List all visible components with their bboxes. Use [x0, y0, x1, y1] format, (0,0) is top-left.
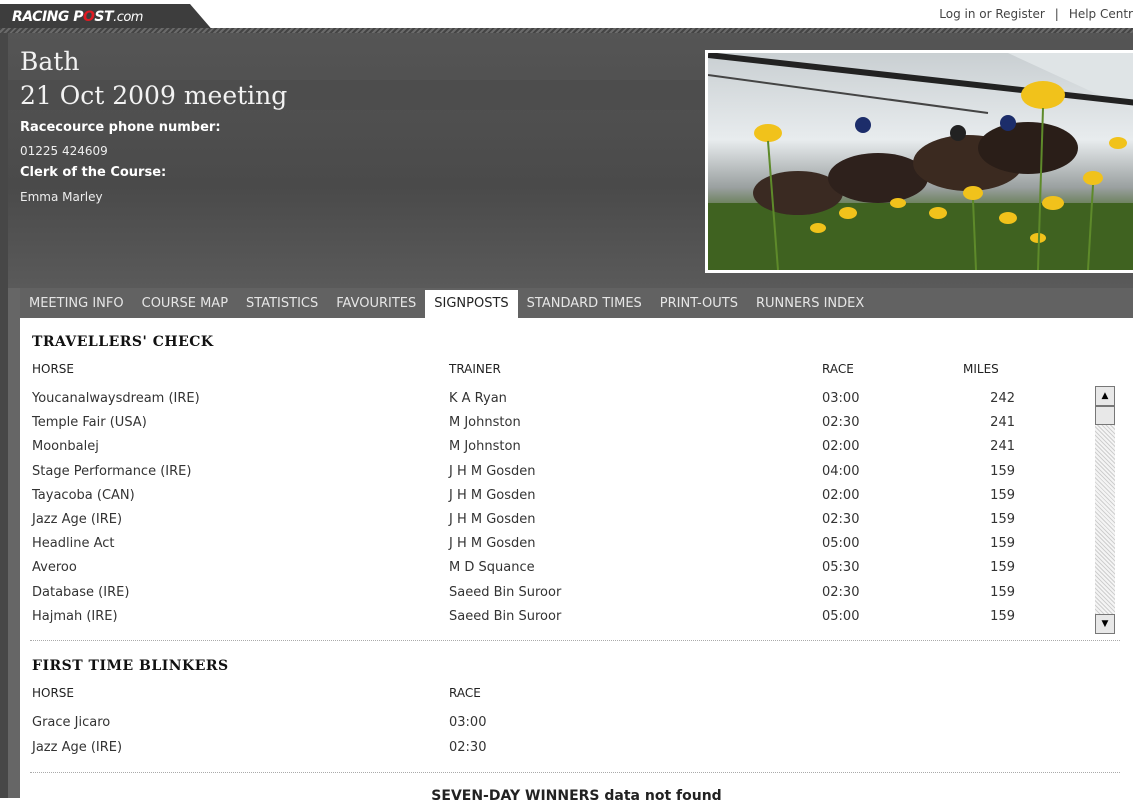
- table-row: Jazz Age (IRE) J H M Gosden 02:30 159: [20, 512, 1100, 536]
- horse-name-link[interactable]: Jazz Age (IRE): [32, 740, 122, 755]
- miles-value: 159: [990, 560, 1015, 576]
- horse-name-link[interactable]: Tayacoba (CAN): [32, 488, 135, 503]
- racecourse-photo: [705, 50, 1133, 273]
- account-links: Log in or Register | Help Centr: [939, 7, 1133, 21]
- tab-runners-index[interactable]: RUNNERS INDEX: [747, 290, 873, 318]
- table-row: Tayacoba (CAN) J H M Gosden 02:00 159: [20, 488, 1100, 512]
- miles-value: 242: [990, 391, 1015, 406]
- col-horse: HORSE: [32, 686, 75, 700]
- col-horse: HORSE: [32, 362, 75, 376]
- table-row: Jazz Age (IRE) 02:30: [20, 740, 1100, 764]
- scroll-up-icon[interactable]: ▲: [1095, 386, 1115, 406]
- content-left-edge: [8, 288, 20, 798]
- travellers-scrollbar[interactable]: ▲ ▼: [1095, 386, 1115, 634]
- scroll-thumb[interactable]: [1095, 406, 1115, 425]
- phone-number: 01225 424609: [20, 144, 108, 158]
- miles-value: 241: [990, 439, 1015, 455]
- trainer-name-link[interactable]: M Johnston: [449, 415, 521, 430]
- miles-value: 159: [990, 487, 1015, 503]
- table-row: Averoo M D Squance 05:30 159: [20, 560, 1100, 584]
- race-time-link[interactable]: 05:30: [822, 560, 859, 575]
- horses-photo-illustration: [708, 53, 1133, 270]
- seven-day-winners-message: SEVEN-DAY WINNERS data not found: [431, 788, 722, 804]
- trainer-name-link[interactable]: Saeed Bin Suroor: [449, 585, 561, 600]
- race-time-link[interactable]: 02:00: [822, 488, 859, 503]
- tab-standard-times[interactable]: STANDARD TIMES: [518, 290, 651, 318]
- scroll-down-icon[interactable]: ▼: [1095, 614, 1115, 634]
- miles-value: 159: [990, 463, 1015, 479]
- tab-signposts[interactable]: SIGNPOSTS: [425, 290, 518, 318]
- table-row: Moonbalej M Johnston 02:00 241: [20, 439, 1100, 463]
- top-bar: RACING POST.com Log in or Register | Help …: [0, 0, 1133, 33]
- table-row: Hajmah (IRE) Saeed Bin Suroor 05:00 159: [20, 609, 1100, 633]
- signposts-panel: TRAVELLERS' CHECK HORSE TRAINER RACE MIL…: [20, 318, 1133, 804]
- racing-post-logo[interactable]: RACING POST.com: [12, 9, 143, 25]
- trainer-name-link[interactable]: J H M Gosden: [449, 536, 536, 551]
- horse-name-link[interactable]: Moonbalej: [32, 439, 99, 454]
- travellers-check-title: TRAVELLERS' CHECK: [32, 334, 214, 350]
- tab-course-map[interactable]: COURSE MAP: [133, 290, 237, 318]
- tab-statistics[interactable]: STATISTICS: [237, 290, 327, 318]
- tab-favourites[interactable]: FAVOURITES: [327, 290, 425, 318]
- race-time-link[interactable]: 04:00: [822, 464, 859, 479]
- first-time-blinkers-title: FIRST TIME BLINKERS: [32, 658, 229, 674]
- table-row: Stage Performance (IRE) J H M Gosden 04:00…: [20, 464, 1100, 488]
- horse-name-link[interactable]: Hajmah (IRE): [32, 609, 118, 624]
- race-time-link[interactable]: 02:30: [822, 585, 859, 600]
- horse-name-link[interactable]: Jazz Age (IRE): [32, 512, 122, 527]
- race-time-link[interactable]: 02:30: [822, 415, 859, 430]
- col-race: RACE: [822, 362, 854, 376]
- meeting-tabs: MEETING INFO COURSE MAP STATISTICS FAVOU…: [20, 290, 873, 318]
- race-time-link[interactable]: 03:00: [449, 715, 486, 730]
- horse-name-link[interactable]: Temple Fair (USA): [32, 415, 147, 430]
- table-row: Headline Act J H M Gosden 05:00 159: [20, 536, 1100, 560]
- horse-name-link[interactable]: Stage Performance (IRE): [32, 464, 191, 479]
- miles-value: 159: [990, 584, 1015, 600]
- link-separator: |: [1054, 7, 1059, 21]
- race-time-link[interactable]: 02:30: [822, 512, 859, 527]
- col-race: RACE: [449, 686, 481, 700]
- trainer-name-link[interactable]: J H M Gosden: [449, 488, 536, 503]
- miles-value: 159: [990, 512, 1015, 527]
- horse-name-link[interactable]: Grace Jicaro: [32, 715, 110, 730]
- tab-print-outs[interactable]: PRINT-OUTS: [651, 290, 747, 318]
- trainer-name-link[interactable]: K A Ryan: [449, 391, 507, 406]
- tab-meeting-info[interactable]: MEETING INFO: [20, 290, 133, 318]
- horse-name-link[interactable]: Averoo: [32, 560, 77, 575]
- miles-value: 159: [990, 536, 1015, 552]
- trainer-name-link[interactable]: J H M Gosden: [449, 512, 536, 527]
- clerk-label: Clerk of the Course:: [20, 165, 167, 180]
- venue-name: Bath: [20, 47, 80, 76]
- divider: [30, 640, 1120, 641]
- horse-name-link[interactable]: Youcanalwaysdream (IRE): [32, 391, 200, 406]
- login-register-link[interactable]: Log in or Register: [939, 7, 1045, 21]
- miles-value: 241: [990, 415, 1015, 431]
- trainer-name-link[interactable]: J H M Gosden: [449, 464, 536, 479]
- col-miles: MILES: [963, 362, 999, 376]
- trainer-name-link[interactable]: M Johnston: [449, 439, 521, 454]
- meeting-header: Bath 21 Oct 2009 meeting Racecource phon…: [8, 33, 1133, 288]
- table-row: Grace Jicaro 03:00: [20, 715, 1100, 739]
- table-row: Temple Fair (USA) M Johnston 02:30 241: [20, 415, 1100, 439]
- clerk-name: Emma Marley: [20, 190, 103, 204]
- race-time-link[interactable]: 02:30: [449, 740, 486, 755]
- trainer-name-link[interactable]: M D Squance: [449, 560, 535, 575]
- phone-label: Racecource phone number:: [20, 120, 221, 135]
- trainer-name-link[interactable]: Saeed Bin Suroor: [449, 609, 561, 624]
- scroll-track[interactable]: [1095, 406, 1115, 614]
- meeting-date: 21 Oct 2009 meeting: [20, 81, 288, 110]
- horse-name-link[interactable]: Headline Act: [32, 536, 115, 551]
- horse-name-link[interactable]: Database (IRE): [32, 585, 129, 600]
- left-edge: [0, 33, 8, 798]
- table-row: Database (IRE) Saeed Bin Suroor 02:30 159: [20, 585, 1100, 609]
- help-centre-link[interactable]: Help Centr: [1069, 7, 1133, 21]
- divider: [30, 772, 1120, 773]
- miles-value: 159: [990, 608, 1015, 624]
- race-time-link[interactable]: 05:00: [822, 609, 859, 624]
- table-row: Youcanalwaysdream (IRE) K A Ryan 03:00 242: [20, 391, 1100, 415]
- race-time-link[interactable]: 03:00: [822, 391, 859, 406]
- race-time-link[interactable]: 05:00: [822, 536, 859, 551]
- race-time-link[interactable]: 02:00: [822, 439, 859, 454]
- col-trainer: TRAINER: [449, 362, 501, 376]
